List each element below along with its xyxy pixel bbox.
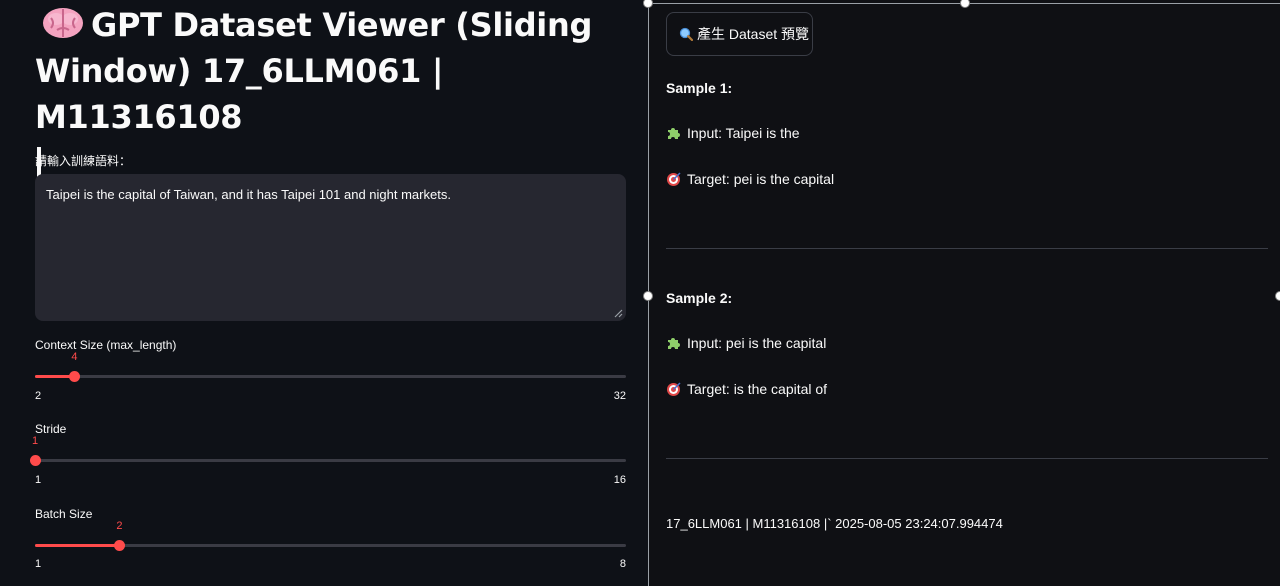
slider-value: 2 xyxy=(116,520,123,532)
stride-slider[interactable]: 1 xyxy=(29,435,626,470)
sample-1-target: Target: pei is the capital xyxy=(666,171,834,187)
sample-1-target-text: Target: pei is the capital xyxy=(687,171,835,187)
stride-min: 1 xyxy=(35,474,42,486)
batch-min: 1 xyxy=(35,558,42,570)
batch-size-slider[interactable]: 2 xyxy=(35,520,626,555)
stride-label: Stride xyxy=(35,422,67,436)
brain-icon xyxy=(41,6,85,40)
sample-2-input: Input: pei is the capital xyxy=(666,335,826,351)
main-panel xyxy=(648,0,1280,586)
slider-thumb[interactable] xyxy=(68,371,80,382)
corpus-text: Taipei is the capital of Taiwan, and it … xyxy=(46,187,451,202)
generate-preview-button[interactable]: 產生 Dataset 預覽 xyxy=(666,12,813,56)
sample-2-heading: Sample 2: xyxy=(666,290,733,306)
stride-max: 16 xyxy=(613,474,626,486)
resize-handle-icon[interactable] xyxy=(613,308,623,318)
sample-1-input-text: Input: Taipei is the xyxy=(687,125,800,141)
puzzle-icon xyxy=(668,127,680,139)
generate-preview-label: 產生 Dataset 預覽 xyxy=(697,26,810,42)
batch-size-label: Batch Size xyxy=(35,507,93,521)
sample-2-target: Target: is the capital of xyxy=(666,381,827,397)
footer-timestamp: 17_6LLM061 | M11316108 |` 2025-08-05 23:… xyxy=(666,516,1003,531)
slider-thumb[interactable] xyxy=(29,455,41,466)
slider-fill xyxy=(35,544,120,547)
resize-handle-mid-left[interactable] xyxy=(643,291,653,301)
sample-1-heading: Sample 1: xyxy=(666,80,733,96)
corpus-label: 請輸入訓練語料： xyxy=(35,154,132,168)
sidebar-panel: GPT Dataset Viewer (Sliding Window) 17_6… xyxy=(0,0,648,586)
target-icon xyxy=(667,381,681,396)
target-icon xyxy=(667,171,681,186)
slider-value: 1 xyxy=(31,435,39,447)
slider-track xyxy=(35,375,626,378)
context-size-label: Context Size (max_length) xyxy=(35,338,177,352)
sample-2-input-text: Input: pei is the capital xyxy=(687,335,827,351)
context-min: 2 xyxy=(35,390,42,402)
slider-value: 4 xyxy=(71,351,78,363)
corpus-textarea[interactable]: Taipei is the capital of Taiwan, and it … xyxy=(35,174,626,321)
title-text: GPT Dataset Viewer (Sliding Window) 17_6… xyxy=(35,6,593,136)
resize-handle-mid-right[interactable] xyxy=(1275,291,1280,301)
slider-track xyxy=(35,459,626,462)
sample-2-target-text: Target: is the capital of xyxy=(687,381,828,397)
batch-max: 8 xyxy=(619,558,626,570)
context-size-slider[interactable]: 4 xyxy=(35,351,626,386)
sample-divider xyxy=(666,248,1268,249)
sample-1-input: Input: Taipei is the xyxy=(666,125,800,141)
sample-divider xyxy=(666,458,1268,459)
context-max: 32 xyxy=(613,390,626,402)
puzzle-icon xyxy=(668,337,680,349)
slider-thumb[interactable] xyxy=(113,540,125,551)
magnifier-icon xyxy=(679,27,693,41)
